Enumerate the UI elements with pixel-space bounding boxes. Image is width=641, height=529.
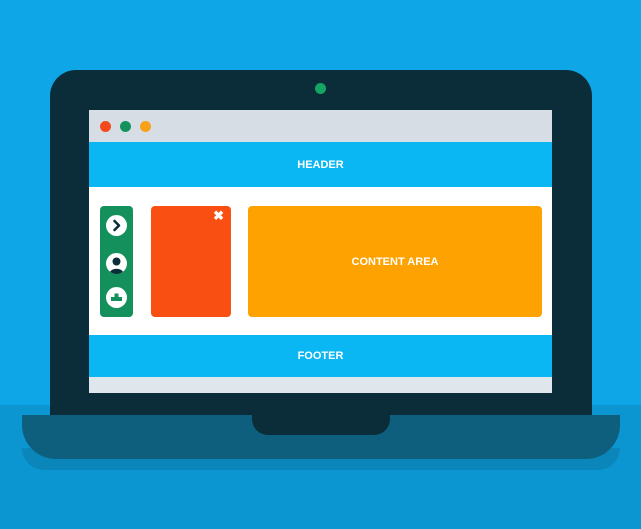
webcam-icon	[315, 83, 326, 94]
user-icon	[109, 257, 124, 274]
laptop-base-notch	[252, 415, 390, 435]
bar-chart-icon	[111, 293, 122, 301]
header: HEADER	[89, 142, 552, 187]
content-area: CONTENT AREA	[248, 206, 542, 317]
maximize-window-button[interactable]	[140, 121, 151, 132]
header-label: HEADER	[297, 158, 344, 171]
close-window-button[interactable]	[100, 121, 111, 132]
sidebar-toggle-button[interactable]	[106, 215, 127, 236]
sidebar	[100, 206, 133, 317]
browser-window: HEADER ✖ CONTENT AREA FOOTER	[89, 110, 552, 393]
minimize-window-button[interactable]	[120, 121, 131, 132]
footer: FOOTER	[89, 335, 552, 377]
footer-label: FOOTER	[297, 350, 344, 362]
bottom-strip	[89, 377, 552, 393]
user-button[interactable]	[106, 253, 127, 274]
stats-button[interactable]	[106, 287, 127, 308]
chevron-right-icon	[113, 219, 121, 232]
side-panel: ✖	[151, 206, 231, 317]
title-bar	[89, 110, 552, 142]
close-icon[interactable]: ✖	[213, 209, 224, 222]
content-area-label: CONTENT AREA	[351, 255, 439, 268]
